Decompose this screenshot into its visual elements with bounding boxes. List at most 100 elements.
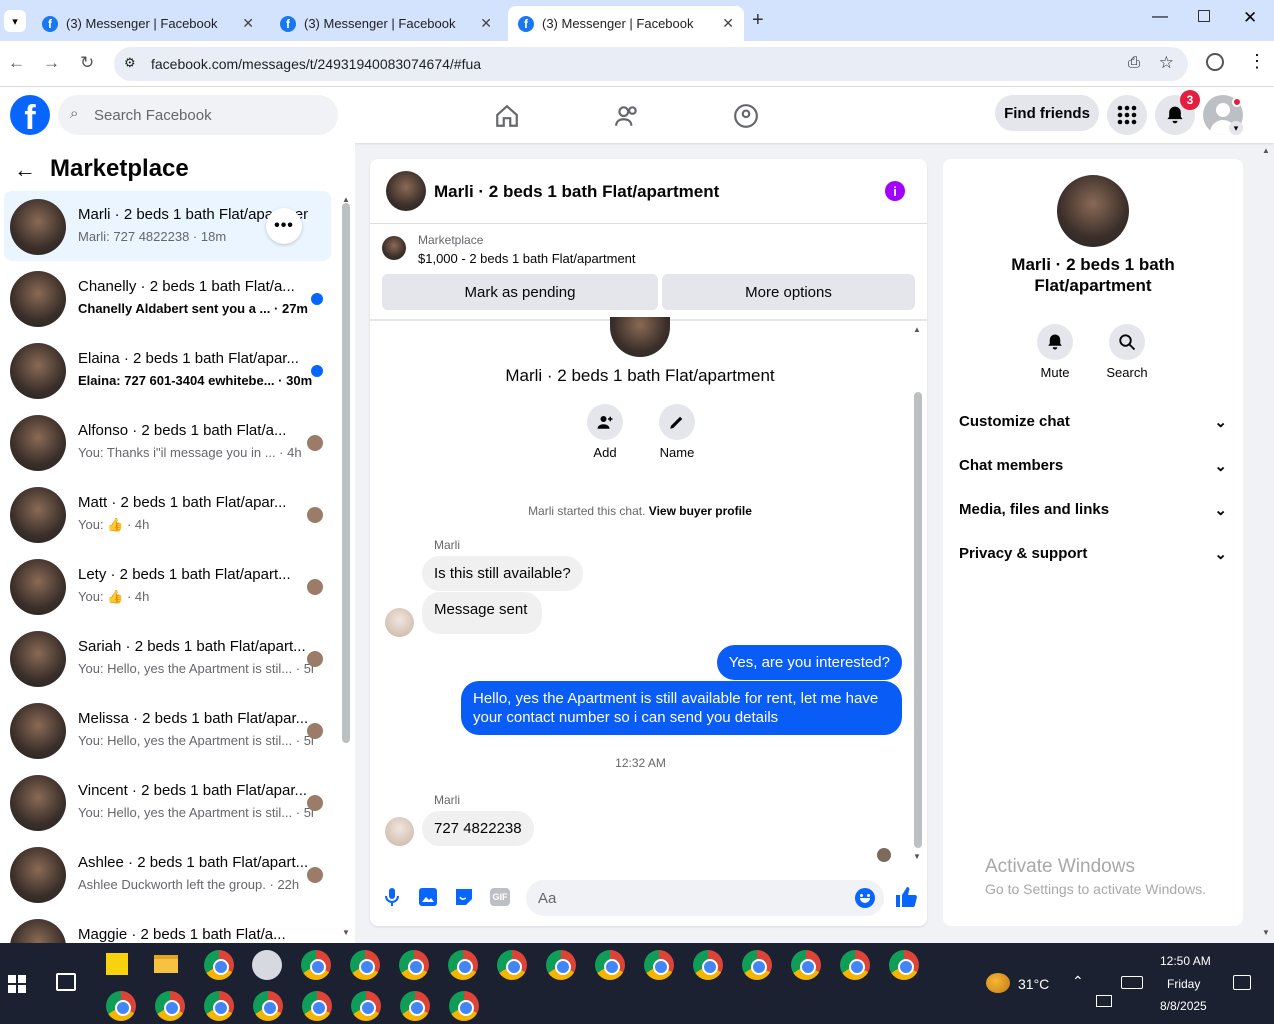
chrome-taskbar-icon[interactable]	[155, 991, 185, 1021]
page-scroll-down-arrow[interactable]: ▼	[1262, 928, 1270, 937]
incoming-message[interactable]: 727 4822238	[422, 811, 534, 846]
facebook-logo[interactable]: f	[10, 95, 50, 135]
search-in-chat-button[interactable]	[1109, 324, 1145, 360]
mute-button[interactable]	[1037, 324, 1073, 360]
conversation-item[interactable]: Marli · 2 beds 1 bath Flat/apartment Marl…	[4, 191, 331, 261]
chrome-taskbar-icon[interactable]	[351, 991, 381, 1021]
browser-tab[interactable]: f (3) Messenger | Facebook ✕	[270, 6, 502, 41]
chrome-taskbar-icon[interactable]	[497, 950, 527, 980]
chat-scroll-down-arrow[interactable]: ▼	[913, 852, 921, 861]
conversation-item[interactable]: Elaina · 2 beds 1 bath Flat/apar... Elain…	[4, 335, 331, 405]
view-buyer-profile-link[interactable]: View buyer profile	[649, 504, 752, 518]
chrome-taskbar-icon[interactable]	[400, 991, 430, 1021]
chrome-taskbar-icon[interactable]	[889, 950, 919, 980]
home-icon[interactable]	[494, 103, 520, 129]
customize-chat-row[interactable]: Customize chat ⌄	[959, 413, 1227, 431]
chrome-taskbar-icon[interactable]	[449, 991, 479, 1021]
chrome-taskbar-icon[interactable]	[106, 991, 136, 1021]
install-app-icon[interactable]: ⎙	[1128, 54, 1140, 71]
browser-tab[interactable]: f (3) Messenger | Facebook ✕	[32, 6, 264, 41]
message-input[interactable]: Aa	[526, 880, 884, 916]
profile-icon[interactable]	[1206, 53, 1224, 71]
incoming-message[interactable]: Is this still available?	[422, 556, 583, 591]
url-field[interactable]: ⚙ facebook.com/messages/t/24931940083074…	[114, 47, 1188, 81]
friends-icon[interactable]	[614, 103, 640, 129]
mark-as-pending-button[interactable]: Mark as pending	[382, 274, 658, 310]
listing-price[interactable]: $1,000 - 2 beds 1 bath Flat/apartment	[418, 251, 636, 266]
clock-day[interactable]: Friday	[1167, 977, 1200, 991]
keyboard-icon[interactable]	[1121, 976, 1143, 989]
close-tab-icon[interactable]: ✕	[480, 15, 492, 32]
chat-title[interactable]: Marli · 2 beds 1 bath Flat/apartment	[434, 182, 719, 202]
chrome-taskbar-icon[interactable]	[204, 991, 234, 1021]
privacy-support-row[interactable]: Privacy & support ⌄	[959, 545, 1227, 563]
maximize-icon[interactable]	[1198, 10, 1210, 22]
menu-grid-icon[interactable]	[1107, 95, 1147, 135]
chrome-taskbar-icon[interactable]	[301, 950, 331, 980]
find-friends-button[interactable]: Find friends	[995, 95, 1099, 131]
conversation-item[interactable]: Matt · 2 beds 1 bath Flat/apar... You: 👍 …	[4, 479, 331, 549]
conversation-item[interactable]: Vincent · 2 beds 1 bath Flat/apar... You:…	[4, 767, 331, 837]
chrome-taskbar-icon[interactable]	[742, 950, 772, 980]
page-scroll-up-arrow[interactable]: ▲	[1262, 146, 1270, 155]
chat-scrollbar-thumb[interactable]	[914, 392, 922, 848]
chat-scroll-up-arrow[interactable]: ▲	[913, 325, 921, 334]
chrome-taskbar-icon[interactable]	[644, 950, 674, 980]
clock-date[interactable]: 8/8/2025	[1160, 999, 1207, 1013]
close-window-icon[interactable]: ✕	[1243, 8, 1257, 28]
close-tab-icon[interactable]: ✕	[722, 15, 734, 32]
account-chevron-icon[interactable]: ▾	[1229, 121, 1243, 135]
back-arrow-icon[interactable]: ←	[14, 157, 36, 183]
file-explorer-icon[interactable]	[154, 955, 178, 973]
conversation-item[interactable]: Alfonso · 2 beds 1 bath Flat/a... You: Th…	[4, 407, 331, 477]
photo-icon[interactable]	[418, 887, 438, 907]
forward-icon[interactable]: →	[43, 53, 60, 73]
new-tab-icon[interactable]: +	[752, 9, 764, 32]
conversation-item[interactable]: Lety · 2 beds 1 bath Flat/apart... You: 👍…	[4, 551, 331, 621]
back-icon[interactable]: ←	[8, 53, 25, 73]
browser-tab-active[interactable]: f (3) Messenger | Facebook ✕	[508, 6, 744, 41]
chrome-taskbar-icon[interactable]	[791, 950, 821, 980]
reload-icon[interactable]: ↻	[80, 53, 94, 73]
chrome-taskbar-icon[interactable]	[840, 950, 870, 980]
outgoing-message[interactable]: Yes, are you interested?	[716, 645, 902, 680]
snipping-tool-icon[interactable]	[252, 950, 282, 980]
name-button[interactable]	[659, 404, 695, 440]
more-options-button[interactable]: More options	[662, 274, 915, 310]
search-input[interactable]: ⌕ Search Facebook	[58, 95, 338, 135]
network-icon[interactable]	[1096, 995, 1112, 1007]
close-tab-icon[interactable]: ✕	[242, 15, 254, 32]
sticker-icon[interactable]	[454, 887, 474, 907]
temperature[interactable]: 31°C	[1018, 976, 1049, 992]
thumbs-up-icon[interactable]	[894, 885, 918, 909]
groups-icon[interactable]	[733, 103, 759, 129]
chrome-taskbar-icon[interactable]	[595, 950, 625, 980]
weather-icon[interactable]	[986, 973, 1010, 993]
notification-center-icon[interactable]	[1233, 975, 1251, 990]
add-people-button[interactable]	[587, 404, 623, 440]
task-view-icon[interactable]	[56, 973, 76, 991]
chrome-taskbar-icon[interactable]	[448, 950, 478, 980]
minimize-icon[interactable]: —	[1152, 8, 1168, 26]
outgoing-message[interactable]: Hello, yes the Apartment is still availa…	[461, 681, 902, 735]
emoji-icon[interactable]	[855, 888, 875, 908]
incoming-message[interactable]: Message sent	[422, 592, 542, 634]
conversation-item[interactable]: Melissa · 2 beds 1 bath Flat/apar... You:…	[4, 695, 331, 765]
scroll-down-arrow[interactable]: ▼	[342, 928, 350, 937]
listing-thumbnail[interactable]	[382, 236, 406, 260]
menu-kebab-icon[interactable]: ⋮	[1248, 51, 1266, 72]
tab-list-dropdown-icon[interactable]: ▾	[4, 10, 26, 32]
clock-time[interactable]: 12:50 AM	[1160, 954, 1211, 968]
chrome-taskbar-icon[interactable]	[253, 991, 283, 1021]
chat-avatar[interactable]	[386, 171, 426, 211]
chrome-taskbar-icon[interactable]	[204, 950, 234, 980]
tray-chevron-up-icon[interactable]: ⌃	[1072, 973, 1084, 990]
chrome-taskbar-icon[interactable]	[693, 950, 723, 980]
microphone-icon[interactable]	[384, 887, 400, 907]
chrome-taskbar-icon[interactable]	[302, 991, 332, 1021]
conversation-item[interactable]: Ashlee · 2 beds 1 bath Flat/apart... Ashl…	[4, 839, 331, 909]
conversation-item[interactable]: Chanelly · 2 beds 1 bath Flat/a... Chanel…	[4, 263, 331, 333]
chrome-taskbar-icon[interactable]	[350, 950, 380, 980]
chrome-taskbar-icon[interactable]	[399, 950, 429, 980]
sticky-notes-icon[interactable]	[106, 953, 128, 975]
